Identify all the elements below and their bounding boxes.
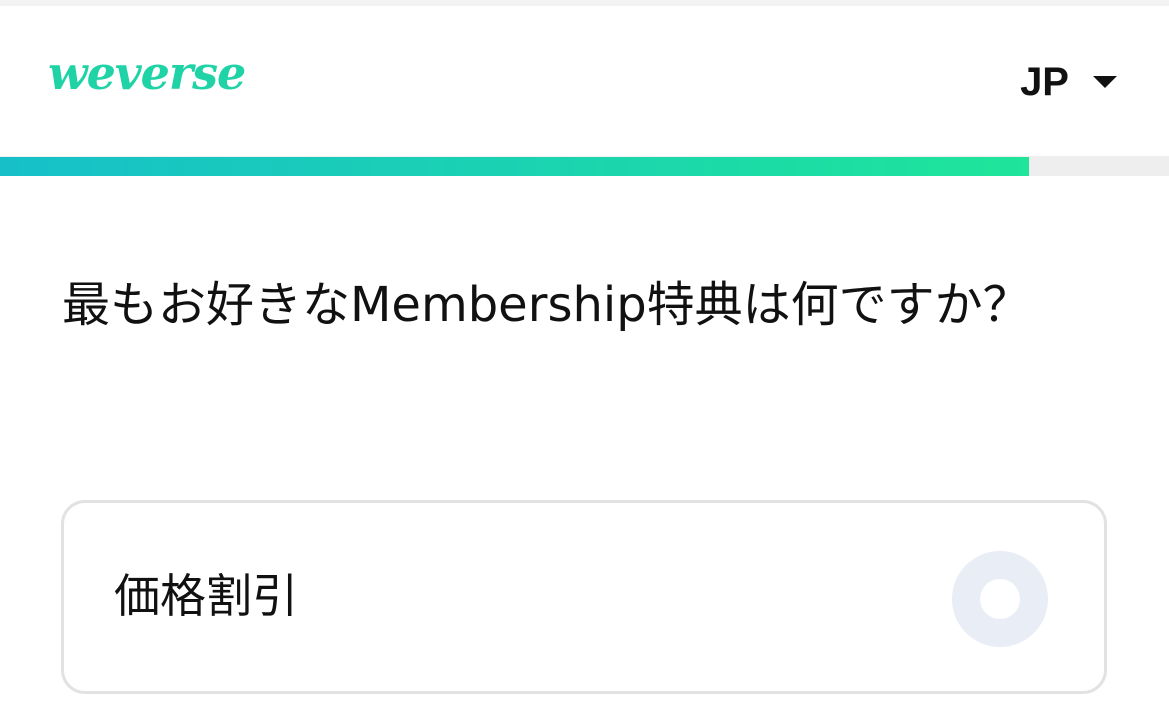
app-header: weverse JP	[0, 6, 1169, 158]
progress-fill	[0, 157, 1029, 176]
option-label: 価格割引	[114, 569, 298, 623]
survey-page: weverse JP 最もお好きなMembership特典は何ですか？ 価格割引	[0, 0, 1169, 717]
language-label: JP	[1020, 60, 1069, 104]
option-card-price-discount[interactable]: 価格割引	[61, 500, 1107, 694]
radio-inner-dot	[980, 579, 1020, 619]
weverse-logo[interactable]: weverse	[48, 50, 246, 96]
caret-down-icon	[1093, 76, 1117, 88]
language-selector[interactable]: JP	[1020, 62, 1117, 102]
radio-unselected-icon[interactable]	[952, 551, 1048, 647]
question-title: 最もお好きなMembership特典は何ですか？	[62, 277, 1031, 333]
progress-bar	[0, 157, 1169, 176]
